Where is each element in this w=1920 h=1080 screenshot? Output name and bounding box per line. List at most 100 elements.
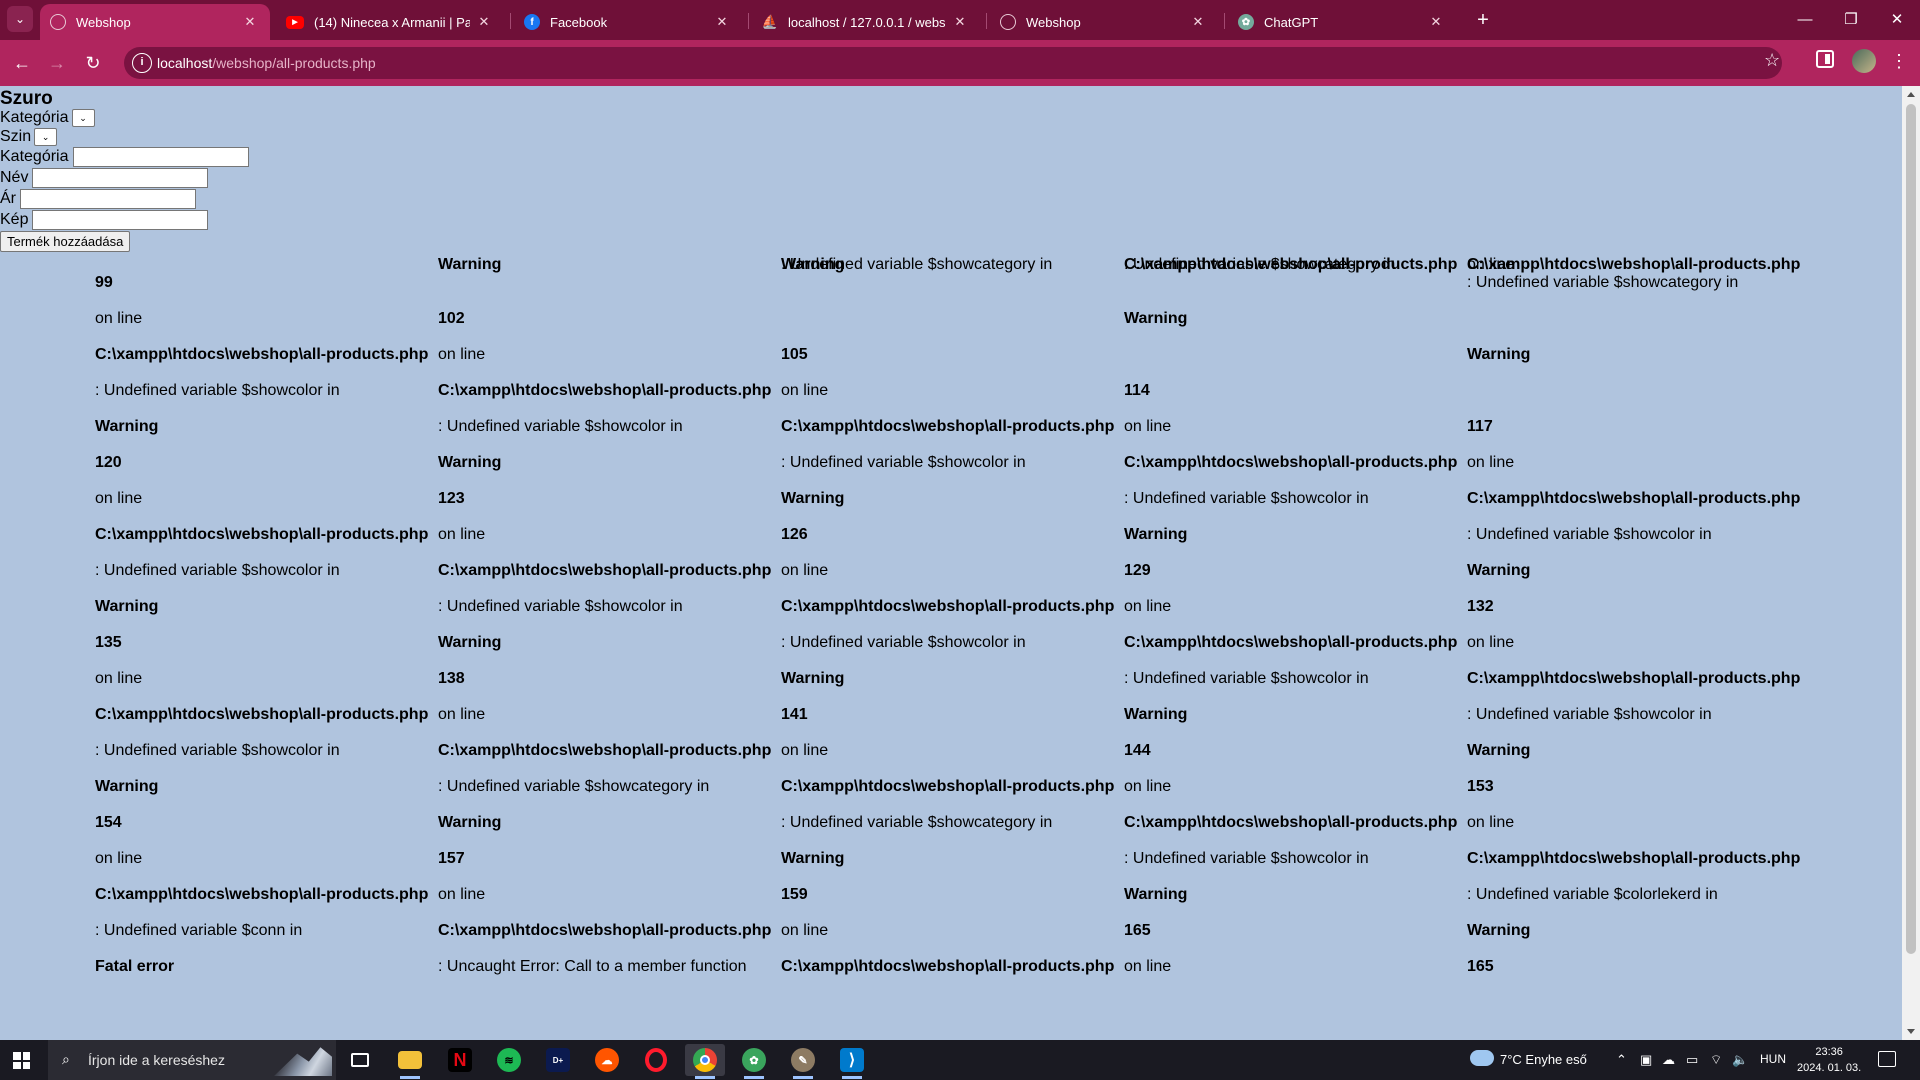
error-text: : Undefined variable $showcategory in xyxy=(1124,256,1396,273)
tab-title: Webshop xyxy=(76,14,131,30)
close-icon[interactable]: ✕ xyxy=(714,14,730,30)
taskbar-gimp[interactable]: ✎ xyxy=(783,1044,823,1079)
name-input[interactable] xyxy=(32,168,209,188)
error-text: 105 xyxy=(781,346,808,363)
menu-kebab-icon[interactable]: ⋮ xyxy=(1890,49,1908,73)
site-info-icon[interactable]: i xyxy=(132,53,152,73)
error-text: C:\xampp\htdocs\webshop\all-products.php xyxy=(95,346,429,363)
tab-webshop-active[interactable]: Webshop ✕ xyxy=(40,4,270,40)
scrollbar-thumb[interactable] xyxy=(1906,104,1916,954)
restore-button[interactable]: ❐ xyxy=(1828,0,1874,40)
side-panel-icon[interactable] xyxy=(1816,50,1834,68)
soundcloud-icon: ☁ xyxy=(595,1048,619,1072)
tab-webshop[interactable]: Webshop ✕ xyxy=(990,4,1218,40)
error-text: Warning xyxy=(438,454,502,471)
category-input[interactable] xyxy=(72,147,249,167)
taskbar-soundcloud[interactable]: ☁ xyxy=(587,1044,627,1076)
image-label: Kép xyxy=(0,211,29,228)
new-tab-button[interactable]: + xyxy=(1470,7,1496,33)
volume-icon[interactable]: 🔈 xyxy=(1732,1052,1748,1068)
error-text: on line xyxy=(781,382,829,399)
tab-youtube[interactable]: ▶ (14) Ninecea x Armanii | Party ti ✕ xyxy=(276,4,504,40)
weather-text[interactable]: 7°C Enyhe eső xyxy=(1500,1052,1587,1067)
system-clock[interactable]: 23:36 2024. 01. 03. xyxy=(1797,1044,1861,1076)
youtube-icon: ▶ xyxy=(286,15,304,29)
error-text: 102 xyxy=(438,310,465,327)
globe-icon xyxy=(50,14,66,30)
category-select[interactable]: ⌄ xyxy=(71,109,95,127)
error-text: Warning xyxy=(1124,886,1188,903)
tab-facebook[interactable]: f Facebook ✕ xyxy=(514,4,742,40)
error-text: on line xyxy=(95,310,143,327)
windows-start-icon[interactable] xyxy=(13,1052,30,1069)
image-row: Kép xyxy=(0,210,209,230)
taskbar-opera[interactable] xyxy=(636,1044,676,1076)
taskbar-xampp[interactable]: ✿ xyxy=(734,1044,774,1079)
error-text: Warning xyxy=(781,490,845,507)
tab-phpmyadmin[interactable]: ⛵ localhost / 127.0.0.1 / webshop ✕ xyxy=(752,4,980,40)
error-text: Fatal error xyxy=(95,958,175,975)
color-select[interactable]: ⌄ xyxy=(34,128,58,146)
taskbar-file-explorer[interactable] xyxy=(390,1044,430,1079)
close-icon[interactable]: ✕ xyxy=(1428,14,1444,30)
color-filter-row: Szin ⌄ xyxy=(0,127,58,147)
vscode-icon: ⟩ xyxy=(840,1048,864,1072)
forward-button[interactable]: → xyxy=(44,50,70,76)
error-text: : Undefined variable $showcolor in xyxy=(1467,706,1712,723)
error-text: : Undefined variable $showcolor in xyxy=(95,382,340,399)
back-button[interactable]: ← xyxy=(9,50,35,76)
close-icon[interactable]: ✕ xyxy=(242,14,258,30)
error-text: 141 xyxy=(781,706,808,723)
onedrive-icon[interactable]: ☁ xyxy=(1662,1052,1675,1068)
task-view-button[interactable] xyxy=(340,1044,380,1076)
error-text: Warning xyxy=(95,598,159,615)
scroll-down-arrow[interactable] xyxy=(1907,1029,1915,1034)
address-bar[interactable]: i localhost/webshop/all-products.php xyxy=(124,47,1782,79)
close-icon[interactable]: ✕ xyxy=(476,14,492,30)
taskbar-search[interactable]: ⌕ Írjon ide a kereséshez xyxy=(48,1040,336,1080)
new-category-label: Kategória xyxy=(0,148,69,165)
error-text: on line xyxy=(1124,778,1172,795)
error-text: Warning xyxy=(438,256,502,273)
search-icon: ⌕ xyxy=(62,1051,70,1067)
wifi-icon[interactable]: ⌔ xyxy=(1710,1052,1722,1068)
error-text: C:\xampp\htdocs\webshop\all-products.php xyxy=(95,526,429,543)
error-text: 154 xyxy=(95,814,122,831)
bookmark-star-icon[interactable]: ☆ xyxy=(1764,50,1780,71)
close-icon[interactable]: ✕ xyxy=(1190,14,1206,30)
notification-center-icon[interactable] xyxy=(1878,1051,1896,1067)
close-icon[interactable]: ✕ xyxy=(952,14,968,30)
taskbar-chrome[interactable] xyxy=(685,1044,725,1079)
error-text: Warning xyxy=(1124,526,1188,543)
scroll-up-arrow[interactable] xyxy=(1907,92,1915,97)
tab-title: ChatGPT xyxy=(1264,14,1319,30)
minimize-button[interactable]: — xyxy=(1782,0,1828,40)
taskbar-vscode[interactable]: ⟩ xyxy=(832,1044,872,1079)
error-text: 165 xyxy=(1467,958,1494,975)
error-text: Warning xyxy=(438,634,502,651)
profile-avatar[interactable] xyxy=(1852,49,1876,73)
language-indicator[interactable]: HUN xyxy=(1760,1052,1786,1066)
taskbar-disney-plus[interactable]: D+ xyxy=(538,1044,578,1076)
add-product-button[interactable]: Termék hozzáadása xyxy=(0,231,131,252)
taskbar-netflix[interactable]: N xyxy=(440,1044,480,1076)
reload-button[interactable]: ↻ xyxy=(80,50,106,76)
error-text: C:\xampp\htdocs\webshop\all-products.php xyxy=(438,922,772,939)
error-text: : Undefined variable $showcolor in xyxy=(95,742,340,759)
taskbar-spotify[interactable]: ≋ xyxy=(489,1044,529,1076)
page-scrollbar[interactable] xyxy=(1902,86,1920,1040)
disney-plus-icon: D+ xyxy=(546,1048,570,1072)
error-text: C:\xampp\htdocs\webshop\all-products.php xyxy=(95,706,429,723)
battery-icon[interactable]: ▭ xyxy=(1686,1052,1698,1068)
meet-now-icon[interactable]: ▣ xyxy=(1640,1052,1652,1068)
price-input[interactable] xyxy=(20,189,196,209)
error-text: C:\xampp\htdocs\webshop\all-products.php xyxy=(781,418,1115,435)
close-window-button[interactable]: ✕ xyxy=(1874,0,1920,40)
error-text: C:\xampp\htdocs\webshop\all-products.php xyxy=(781,958,1115,975)
tab-search-button[interactable]: ⌄ xyxy=(7,6,33,32)
chevron-up-icon[interactable]: ⌃ xyxy=(1616,1052,1627,1068)
tab-chatgpt[interactable]: ✿ ChatGPT ✕ xyxy=(1228,4,1456,40)
error-text: : Undefined variable $showcolor in xyxy=(438,418,683,435)
error-text: C:\xampp\htdocs\webshop\all-products.php xyxy=(781,598,1115,615)
image-input[interactable] xyxy=(32,210,209,230)
